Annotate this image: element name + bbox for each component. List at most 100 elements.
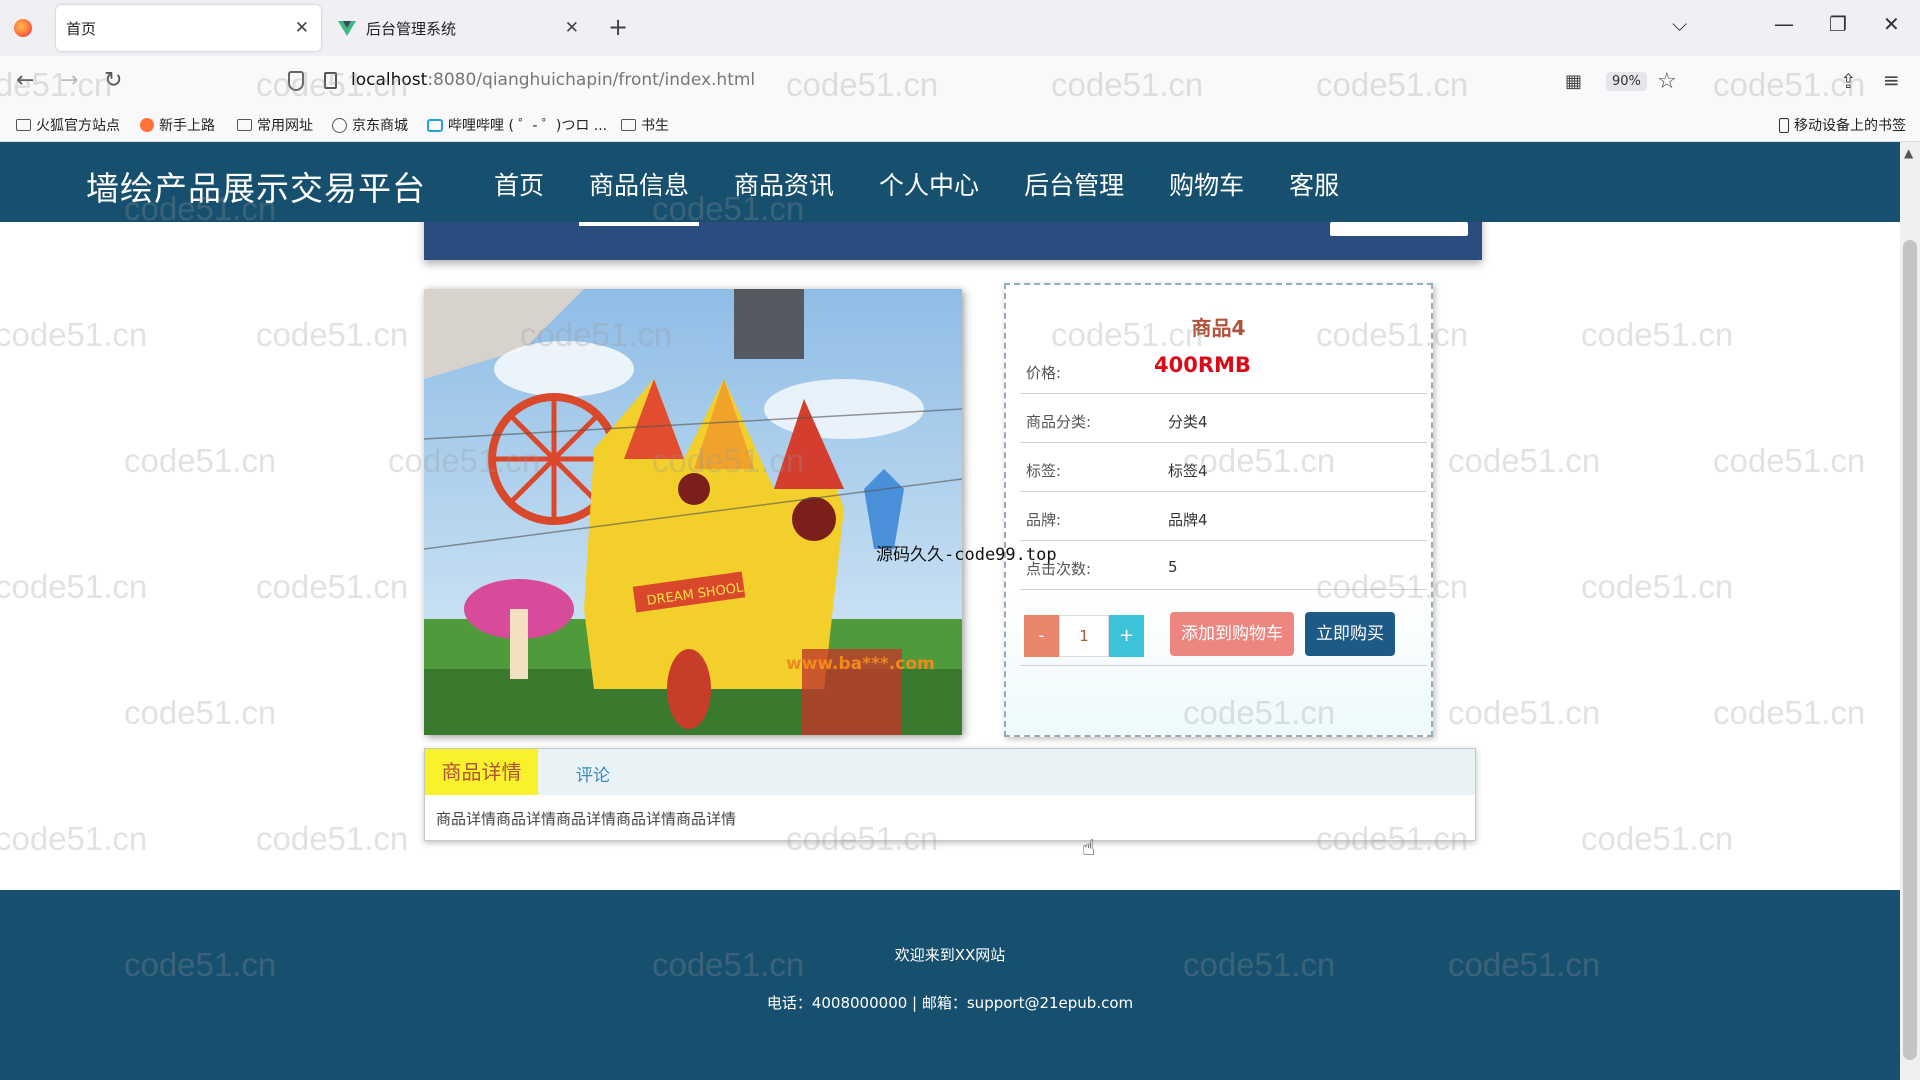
price-label: 价格: xyxy=(1026,364,1062,382)
close-icon[interactable]: ✕ xyxy=(295,18,309,38)
tag-label: 标签: xyxy=(1026,462,1062,480)
forward-icon[interactable]: → xyxy=(60,68,78,93)
tab-detail[interactable]: 商品详情 xyxy=(425,749,538,795)
brand-label: 品牌: xyxy=(1026,511,1062,529)
address-bar[interactable]: localhost:8080/qianghuichapin/front/inde… xyxy=(280,62,1690,100)
buy-now-button[interactable]: 立即购买 xyxy=(1305,612,1395,656)
reload-icon[interactable]: ↻ xyxy=(104,68,122,93)
grid-watermark-text: code51.cn xyxy=(256,568,409,605)
search-box[interactable] xyxy=(1330,222,1468,236)
bookmark-item[interactable]: 新手上路 xyxy=(140,115,215,135)
grid-watermark-text: code51.cn xyxy=(1448,694,1601,731)
site-footer: 欢迎来到XX网站 电话：4008000000 | 邮箱：support@21ep… xyxy=(0,890,1900,1080)
site-title: 墙绘产品展示交易平台 xyxy=(86,169,426,208)
firefox-icon xyxy=(14,19,32,37)
nav-home[interactable]: 首页 xyxy=(494,166,544,202)
decrease-button[interactable]: - xyxy=(1024,615,1059,657)
nav-products[interactable]: 商品信息 xyxy=(579,166,700,226)
product-name: 商品4 xyxy=(1191,316,1246,340)
browser-tab-admin[interactable]: 后台管理系统 ✕ xyxy=(326,5,591,51)
vue-icon xyxy=(338,20,356,36)
url-text[interactable]: localhost:8080/qianghuichapin/front/inde… xyxy=(351,70,755,90)
bookmark-item[interactable]: 书生 xyxy=(621,115,669,135)
grid-watermark-text: code51.cn xyxy=(1581,820,1734,857)
bookmark-item[interactable]: 常用网址 xyxy=(237,115,313,135)
increase-button[interactable]: + xyxy=(1109,615,1144,657)
menu-icon[interactable]: ≡ xyxy=(1883,68,1900,92)
tag-row: 标签: 标签4 xyxy=(1020,443,1427,492)
hand-cursor-icon: ☝ xyxy=(1082,836,1096,861)
grid-watermark-text: code51.cn xyxy=(1713,442,1866,479)
tab-title: 首页 xyxy=(66,19,97,38)
minimize-icon[interactable]: — xyxy=(1774,12,1794,36)
bookmarks-bar: 火狐官方站点 新手上路 常用网址 京东商城 哔哩哔哩 ( ゜- ゜)つロ ...… xyxy=(0,106,1920,142)
new-tab-icon[interactable]: + xyxy=(608,13,628,41)
product-tabs: 商品详情 评论 商品详情商品详情商品详情商品详情商品详情 xyxy=(424,748,1476,841)
qr-code-icon[interactable]: ▦ xyxy=(1565,71,1582,92)
page-scrollbar[interactable]: ▲ xyxy=(1900,142,1920,1080)
browser-tab-home[interactable]: 首页 ✕ xyxy=(56,5,321,51)
quantity-input[interactable]: 1 xyxy=(1059,615,1109,657)
tag-value: 标签4 xyxy=(1168,462,1208,480)
grid-watermark-text: code51.cn xyxy=(256,316,409,353)
category-row: 商品分类: 分类4 xyxy=(1020,394,1427,443)
clicks-value: 5 xyxy=(1168,558,1178,576)
grid-watermark-text: code51.cn xyxy=(256,820,409,857)
site-nav: 首页 商品信息 商品资讯 个人中心 后台管理 购物车 客服 xyxy=(494,166,1384,226)
nav-service[interactable]: 客服 xyxy=(1289,166,1339,202)
extensions-icon[interactable]: ⇪ xyxy=(1840,69,1857,93)
folder-icon xyxy=(237,119,252,131)
divider xyxy=(1020,665,1427,666)
grid-watermark-text: code51.cn xyxy=(0,316,148,353)
bookmark-star-icon[interactable]: ☆ xyxy=(1657,69,1677,94)
nav-profile[interactable]: 个人中心 xyxy=(879,166,979,202)
tab-comments[interactable]: 评论 xyxy=(576,761,610,786)
product-image[interactable]: DREAM SHOOL www.ba***.com xyxy=(424,289,962,735)
globe-icon xyxy=(332,117,347,133)
bookmark-item[interactable]: 京东商城 xyxy=(332,115,408,135)
category-value: 分类4 xyxy=(1168,413,1208,431)
price-value: 400RMB xyxy=(1154,353,1251,377)
clicks-row: 点击次数: 5 xyxy=(1020,541,1427,590)
scroll-up-icon[interactable]: ▲ xyxy=(1904,146,1913,160)
scrollbar-thumb[interactable] xyxy=(1903,240,1917,1060)
tab-content: 商品详情商品详情商品详情商品详情商品详情 xyxy=(436,810,737,828)
nav-news[interactable]: 商品资讯 xyxy=(734,166,834,202)
category-label: 商品分类: xyxy=(1026,413,1092,431)
shield-icon[interactable] xyxy=(288,71,304,91)
nav-cart[interactable]: 购物车 xyxy=(1169,166,1244,202)
tabs-header: 商品详情 评论 xyxy=(425,749,1475,795)
bookmark-item[interactable]: 火狐官方站点 xyxy=(16,115,120,135)
restore-icon[interactable]: ❐ xyxy=(1829,12,1847,36)
close-icon[interactable]: ✕ xyxy=(565,18,579,38)
folder-icon xyxy=(621,119,636,131)
grid-watermark-text: code51.cn xyxy=(1581,568,1734,605)
bookmark-item[interactable]: 哔哩哔哩 ( ゜- ゜)つロ ... xyxy=(427,115,607,135)
grid-watermark-text: code51.cn xyxy=(1713,694,1866,731)
image-watermark: www.ba***.com xyxy=(786,654,935,674)
nav-admin[interactable]: 后台管理 xyxy=(1024,166,1124,202)
bilibili-icon xyxy=(427,118,443,132)
back-icon[interactable]: ← xyxy=(16,68,34,93)
folder-icon xyxy=(16,119,31,131)
add-to-cart-button[interactable]: 添加到购物车 xyxy=(1170,612,1294,656)
source-watermark: 源码久久-code99.top xyxy=(876,545,1057,565)
footer-welcome: 欢迎来到XX网站 xyxy=(894,946,1006,964)
browser-tab-bar: 首页 ✕ 后台管理系统 ✕ + ⌵ — ❐ ✕ xyxy=(0,0,1920,56)
grid-watermark-text: code51.cn xyxy=(1581,316,1734,353)
footer-contact: 电话：4008000000 | 邮箱：support@21epub.com xyxy=(766,994,1134,1012)
page-icon xyxy=(324,72,337,89)
tab-title: 后台管理系统 xyxy=(366,19,457,38)
tab-list-chevron-icon[interactable]: ⌵ xyxy=(1672,12,1687,36)
grid-watermark-text: code51.cn xyxy=(124,442,277,479)
brand-row: 品牌: 品牌4 xyxy=(1020,492,1427,541)
grid-watermark-text: code51.cn xyxy=(0,820,148,857)
price-row: 价格: 400RMB xyxy=(1020,345,1427,394)
grid-watermark-text: code51.cn xyxy=(1448,442,1601,479)
zoom-level[interactable]: 90% xyxy=(1606,72,1647,91)
brand-value: 品牌4 xyxy=(1168,511,1208,529)
window-close-icon[interactable]: ✕ xyxy=(1883,12,1900,36)
quantity-stepper: - 1 + xyxy=(1024,615,1144,657)
product-info-card: 商品4 价格: 400RMB 商品分类: 分类4 标签: 标签4 品牌: 品牌4… xyxy=(1004,283,1433,737)
mobile-bookmarks[interactable]: 移动设备上的书签 xyxy=(1779,115,1906,135)
